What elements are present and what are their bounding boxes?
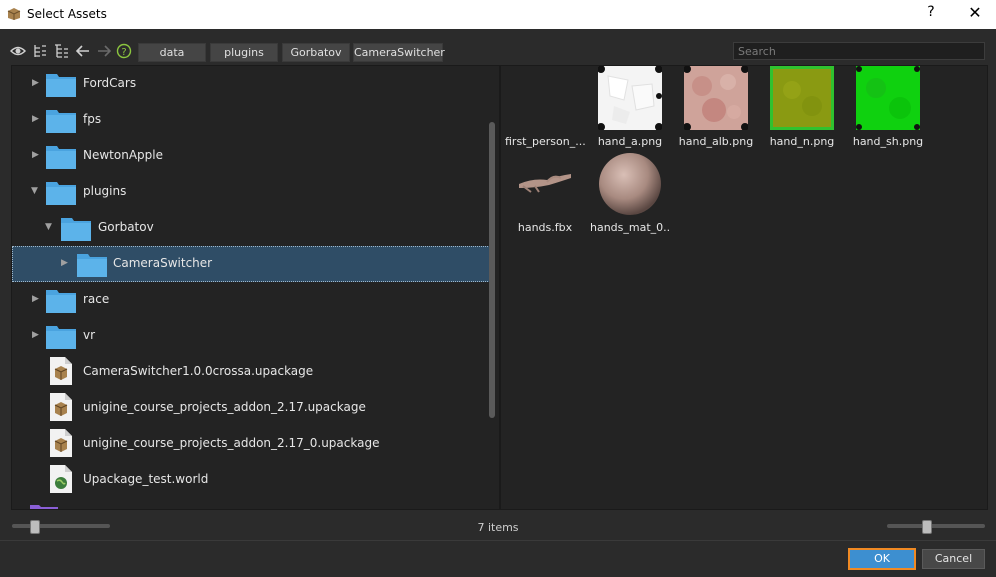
breadcrumb-cameraswitcher[interactable]: CameraSwitcher [353,43,445,62]
tree-item-label: CameraSwitcher [113,256,213,270]
tree-item-package[interactable]: unigine_course_projects_addon_2.17_0.upa… [12,426,490,462]
ok-button[interactable]: OK [848,548,916,570]
texture-thumbnail [598,66,662,130]
asset-label: hand_a.png [597,135,663,148]
asset-item-hand-sh[interactable]: hand_sh.png [848,66,928,152]
folder-icon [46,146,76,169]
mesh-thumbnail [519,174,571,193]
asset-item-hands-mat[interactable]: hands_mat_0... [590,152,670,238]
right-zoom-slider-track[interactable] [887,524,985,528]
asset-item-hand-alb[interactable]: hand_alb.png [676,66,756,152]
tree-item-world[interactable]: Upackage_test.world [12,462,490,498]
tree-item-cameraswitcher[interactable]: ▶ CameraSwitcher [12,246,490,282]
asset-item-first-person[interactable]: first_person_... [505,66,585,152]
tree-item-label: NewtonApple [83,148,163,162]
expand-arrow-icon[interactable]: ▶ [61,258,69,268]
folder-icon [46,290,76,313]
package-file-icon [50,393,72,421]
asset-item-hands-fbx[interactable]: hands.fbx [505,152,585,238]
material-sphere-thumbnail [599,153,661,215]
texture-thumbnail [770,66,834,130]
folder-icon [46,74,76,97]
expand-arrow-icon[interactable]: ▶ [32,294,40,304]
tree-item-package[interactable]: unigine_course_projects_addon_2.17.upack… [12,390,490,426]
tree-item-label: unigine_course_projects_addon_2.17.upack… [83,400,366,414]
breadcrumb-gorbatov[interactable]: Gorbatov [282,43,350,62]
tree-item-label: CameraSwitcher1.0.0crossa.upackage [83,364,314,378]
back-arrow-icon[interactable] [75,43,91,59]
right-zoom-slider-handle[interactable] [922,520,933,534]
asset-item-hand-n[interactable]: hand_n.png [762,66,842,152]
collapse-arrow-icon[interactable]: ▼ [31,186,39,196]
tree-item-label: fps [83,112,102,126]
asset-label: hand_n.png [769,135,835,148]
asset-label: hand_sh.png [852,135,924,148]
asset-item-hand-a[interactable]: hand_a.png [590,66,670,152]
tree-collapse-icon[interactable] [32,43,48,59]
expand-arrow-icon[interactable]: ▶ [32,150,40,160]
asset-label: hands.fbx [517,221,573,234]
texture-thumbnail [856,66,920,130]
asset-label: first_person_... [505,135,585,148]
title-bar: Select Assets ? ✕ [0,0,996,29]
collapse-arrow-icon[interactable]: ▼ [45,222,53,232]
folder-icon [46,326,76,349]
help-circle-icon[interactable]: ? [116,43,132,59]
eye-icon[interactable] [10,43,26,59]
close-button[interactable]: ✕ [962,3,988,25]
asset-label: hands_mat_0... [590,221,670,234]
tree-scrollbar[interactable] [489,122,495,418]
breadcrumb-data[interactable]: data [138,43,206,62]
tree-item-plugins[interactable]: ▼ plugins [12,174,490,210]
search-input[interactable]: Search [733,42,985,60]
status-bar: 7 items [0,510,996,540]
asset-grid: first_person_... hand_a.png hand_alb.png [500,65,988,510]
folder-icon [46,182,76,205]
dialog-footer: OK Cancel [0,540,996,577]
expand-arrow-icon[interactable]: ▶ [32,330,40,340]
item-count: 7 items [477,521,519,534]
tree-item-vr[interactable]: ▶ vr [12,318,490,354]
tree-item-label: FordCars [83,76,137,90]
tree-item-package[interactable]: CameraSwitcher1.0.0crossa.upackage [12,354,490,390]
texture-thumbnail [684,66,748,130]
breadcrumb-plugins[interactable]: plugins [210,43,278,62]
package-box-icon [7,8,21,20]
folder-icon [61,218,91,241]
window-title: Select Assets [27,7,107,21]
tree-item-label: plugins [83,184,127,198]
tree-item-label: unigine_course_projects_addon_2.17_0.upa… [83,436,380,450]
help-button[interactable]: ? [918,4,944,25]
world-file-icon [50,465,72,493]
tree-item-gorbatov[interactable]: ▼ Gorbatov [12,210,490,246]
tree-item-race[interactable]: ▶ race [12,282,490,318]
package-file-icon [50,357,72,385]
folder-icon [46,110,76,133]
toolbar: ? data plugins Gorbatov CameraSwitcher S… [0,29,996,65]
folder-tree: ▶ FordCars ▶ fps ▶ NewtonApple ▼ plugins… [11,65,500,510]
expand-arrow-icon[interactable]: ▶ [32,114,40,124]
tree-item-label: race [83,292,110,306]
tree-item-label: Gorbatov [98,220,154,234]
folder-icon [77,254,107,277]
tree-item-fps[interactable]: ▶ fps [12,102,490,138]
tree-item-label: vr [83,328,96,342]
package-file-icon [50,429,72,457]
tree-item-label: Upackage_test.world [83,472,209,486]
cancel-button[interactable]: Cancel [922,549,985,569]
forward-arrow-icon[interactable] [96,43,112,59]
svg-text:?: ? [121,47,126,58]
tree-expand-icon[interactable] [53,43,69,59]
tree-item-newtonapple[interactable]: ▶ NewtonApple [12,138,490,174]
expand-arrow-icon[interactable]: ▶ [32,78,40,88]
asset-label: hand_alb.png [678,135,754,148]
tree-item-fordcars[interactable]: ▶ FordCars [12,66,490,102]
